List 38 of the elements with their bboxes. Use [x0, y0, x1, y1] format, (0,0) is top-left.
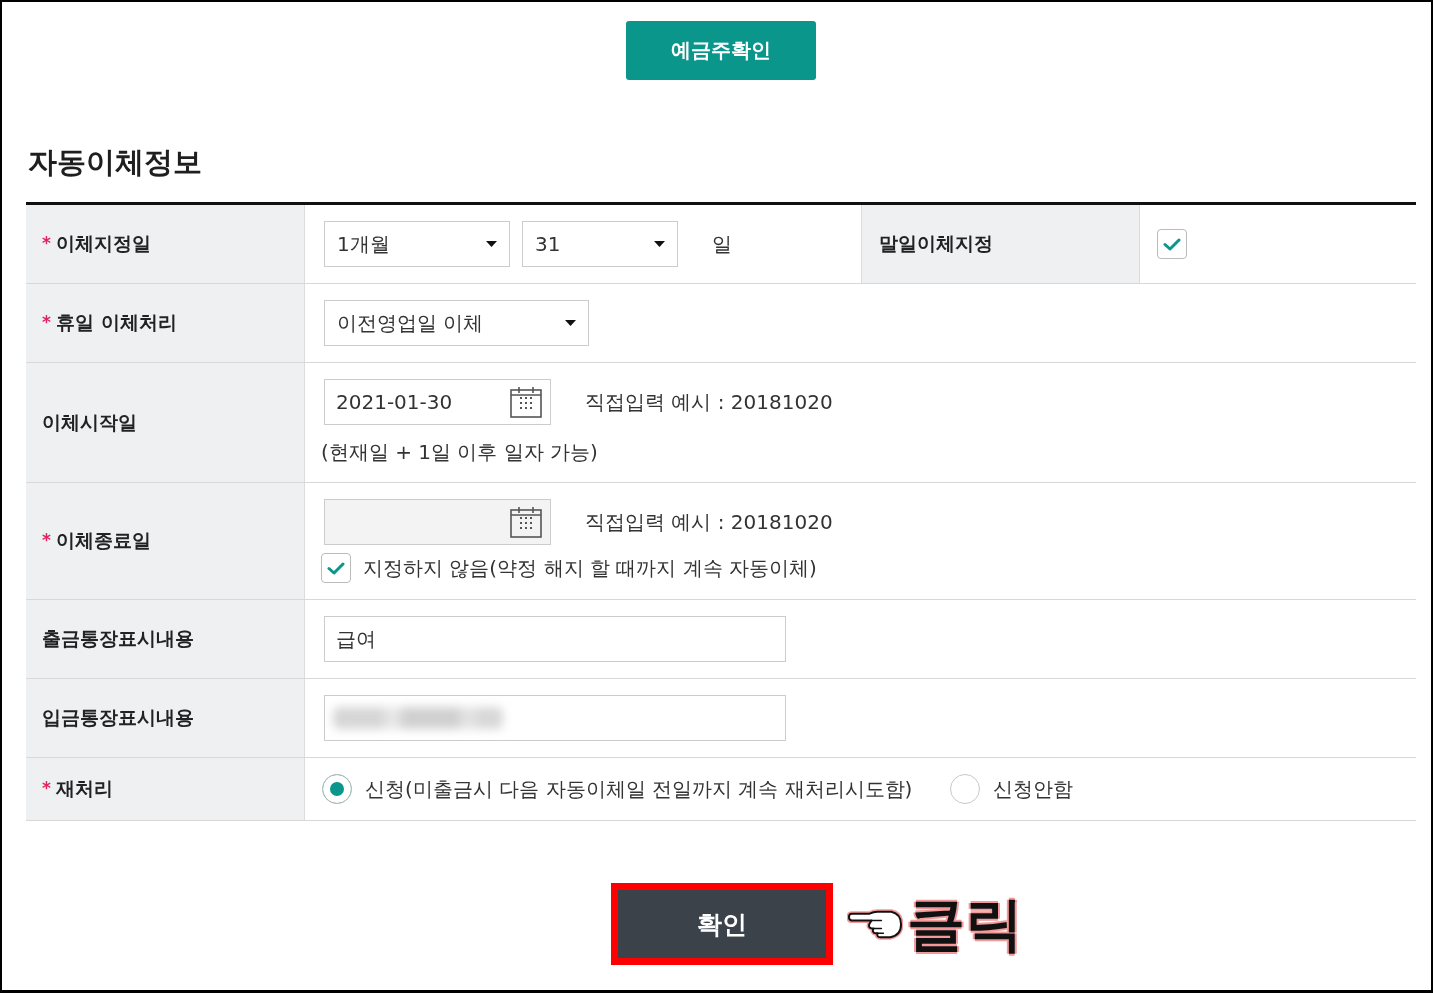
field-label: 휴일 이체처리	[55, 310, 177, 335]
radio-label: 신청(미출금시 다음 자동이체일 전일까지 계속 재처리시도함)	[365, 775, 913, 803]
text-field[interactable]: 급여	[324, 616, 786, 662]
text-field[interactable]	[324, 695, 786, 741]
field-label: 출금통장표시내용	[42, 626, 194, 651]
section-title: 자동이체정보	[28, 144, 203, 180]
required-mark: *	[42, 233, 51, 253]
calendar-icon[interactable]	[510, 386, 542, 418]
hint-text: 직접입력 예시 : 20181020	[585, 388, 833, 416]
dropdown[interactable]: 이전영업일 이체	[324, 300, 589, 346]
holder-check-button[interactable]: 예금주확인	[626, 21, 816, 80]
radio-button[interactable]	[950, 774, 981, 804]
radio-button[interactable]	[322, 774, 352, 804]
required-mark: *	[42, 312, 51, 332]
date-field[interactable]: 2021-01-30	[324, 379, 551, 425]
checkbox[interactable]	[1157, 229, 1187, 259]
required-mark: *	[42, 778, 51, 798]
unit-label: 일	[712, 230, 732, 258]
hint-text: 직접입력 예시 : 20181020	[585, 508, 833, 536]
field-label: 이체종료일	[55, 528, 151, 553]
caret-icon	[565, 320, 576, 326]
caret-icon	[654, 241, 665, 247]
note-text: (현재일 + 1일 이후 일자 가능)	[321, 439, 599, 466]
field-label: 재처리	[55, 776, 113, 801]
dropdown[interactable]: 1개월	[324, 221, 510, 267]
radio-label: 신청안함	[993, 775, 1074, 803]
dropdown[interactable]: 31	[522, 221, 678, 267]
caret-icon	[486, 241, 497, 247]
field-label: 이체지정일	[55, 231, 151, 256]
click-annotation: 클릭	[907, 889, 1023, 959]
required-mark: *	[42, 530, 51, 550]
check-icon	[1163, 237, 1181, 251]
checkbox-label: 지정하지 않음(약정 해지 할 때까지 계속 자동이체)	[363, 554, 817, 582]
field-label: 말일이체지정	[879, 231, 993, 256]
field-label: 입금통장표시내용	[42, 705, 194, 730]
confirm-button[interactable]: 확인	[611, 883, 833, 965]
field-label: 이체시작일	[42, 409, 137, 435]
check-icon	[327, 561, 345, 575]
